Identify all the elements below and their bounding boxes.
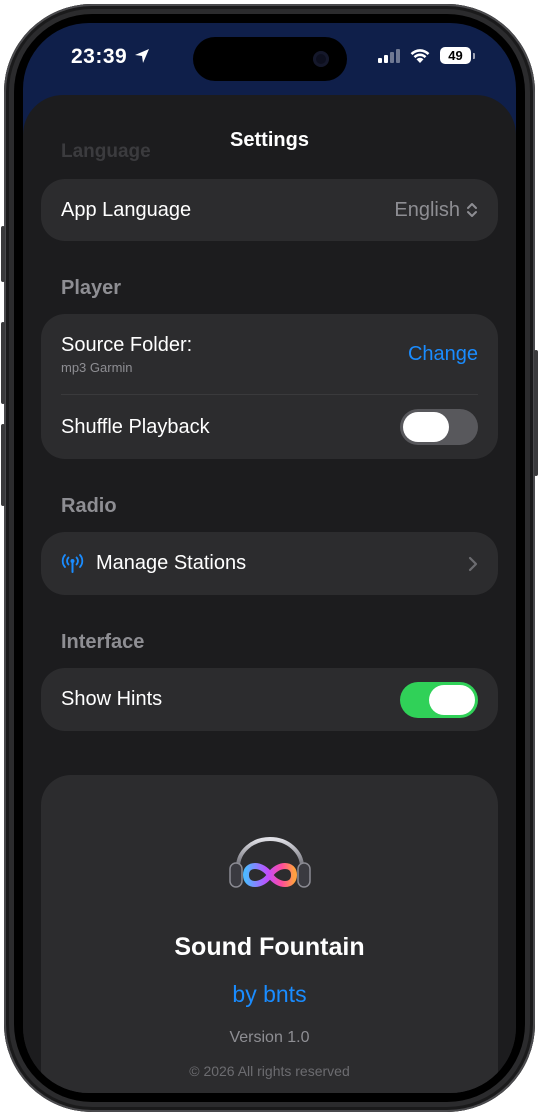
- toggle-knob: [429, 684, 475, 715]
- location-arrow-icon: [135, 49, 149, 63]
- source-folder-info: Source Folder: mp3 Garmin: [61, 334, 192, 375]
- page-title: Settings: [230, 129, 309, 151]
- shuffle-toggle[interactable]: [400, 409, 478, 445]
- show-hints-label: Show Hints: [61, 688, 163, 710]
- source-folder-row: Source Folder: mp3 Garmin Change: [61, 314, 478, 394]
- show-hints-toggle[interactable]: [400, 681, 478, 718]
- shuffle-label: Shuffle Playback: [61, 415, 210, 438]
- app-language-label: App Language: [61, 198, 192, 221]
- volume-up-button: [1, 322, 5, 404]
- screen: 23:39 49 Language Settings App Language: [23, 23, 516, 1093]
- app-language-value: English: [394, 198, 460, 221]
- app-logo-icon: [229, 837, 311, 888]
- camera-icon: [313, 51, 329, 67]
- source-folder-label: Source Folder:: [61, 333, 193, 356]
- player-group: Source Folder: mp3 Garmin Change Shuffle…: [41, 314, 498, 459]
- wifi-icon: [410, 49, 430, 63]
- chevron-right-icon: [468, 556, 478, 571]
- shuffle-row: Shuffle Playback: [61, 395, 478, 459]
- manage-stations-label: Manage Stations: [96, 552, 247, 574]
- manage-stations-content: Manage Stations: [61, 552, 246, 575]
- up-down-chevron-icon: [467, 203, 477, 217]
- dynamic-island: [193, 37, 347, 81]
- settings-sheet: Language Settings App Language English P…: [23, 95, 516, 1093]
- radio-group: Manage Stations: [41, 532, 498, 595]
- change-folder-button[interactable]: Change: [408, 343, 478, 366]
- status-time: 23:39: [71, 45, 128, 68]
- signal-icon: [378, 49, 400, 63]
- battery-icon: 49: [440, 47, 471, 64]
- app-version: Version 1.0: [229, 1029, 310, 1046]
- author-link[interactable]: by bnts: [41, 981, 498, 1008]
- source-folder-value: mp3 Garmin: [61, 359, 133, 375]
- manage-stations-row[interactable]: Manage Stations: [61, 532, 478, 595]
- app-language-row[interactable]: App Language English: [61, 179, 478, 241]
- show-hints-row: Show Hints: [61, 668, 478, 731]
- radio-section-header: Radio: [61, 495, 117, 517]
- battery-nub: [473, 53, 475, 59]
- status-bar: 23:39 49: [23, 23, 516, 95]
- antenna-icon: [61, 553, 84, 573]
- action-button: [1, 226, 5, 282]
- interface-group: Show Hints: [41, 668, 498, 731]
- toggle-knob: [403, 412, 449, 442]
- copyright-text: © 2026 All rights reserved: [189, 1063, 350, 1079]
- about-card: Sound Fountain by bnts Version 1.0 © 202…: [41, 775, 498, 1093]
- app-name: Sound Fountain: [174, 933, 365, 961]
- power-button: [534, 350, 538, 476]
- volume-down-button: [1, 424, 5, 506]
- interface-section-header: Interface: [61, 631, 145, 653]
- app-language-picker[interactable]: English: [394, 199, 478, 222]
- language-group: App Language English: [41, 179, 498, 241]
- player-section-header: Player: [61, 277, 122, 299]
